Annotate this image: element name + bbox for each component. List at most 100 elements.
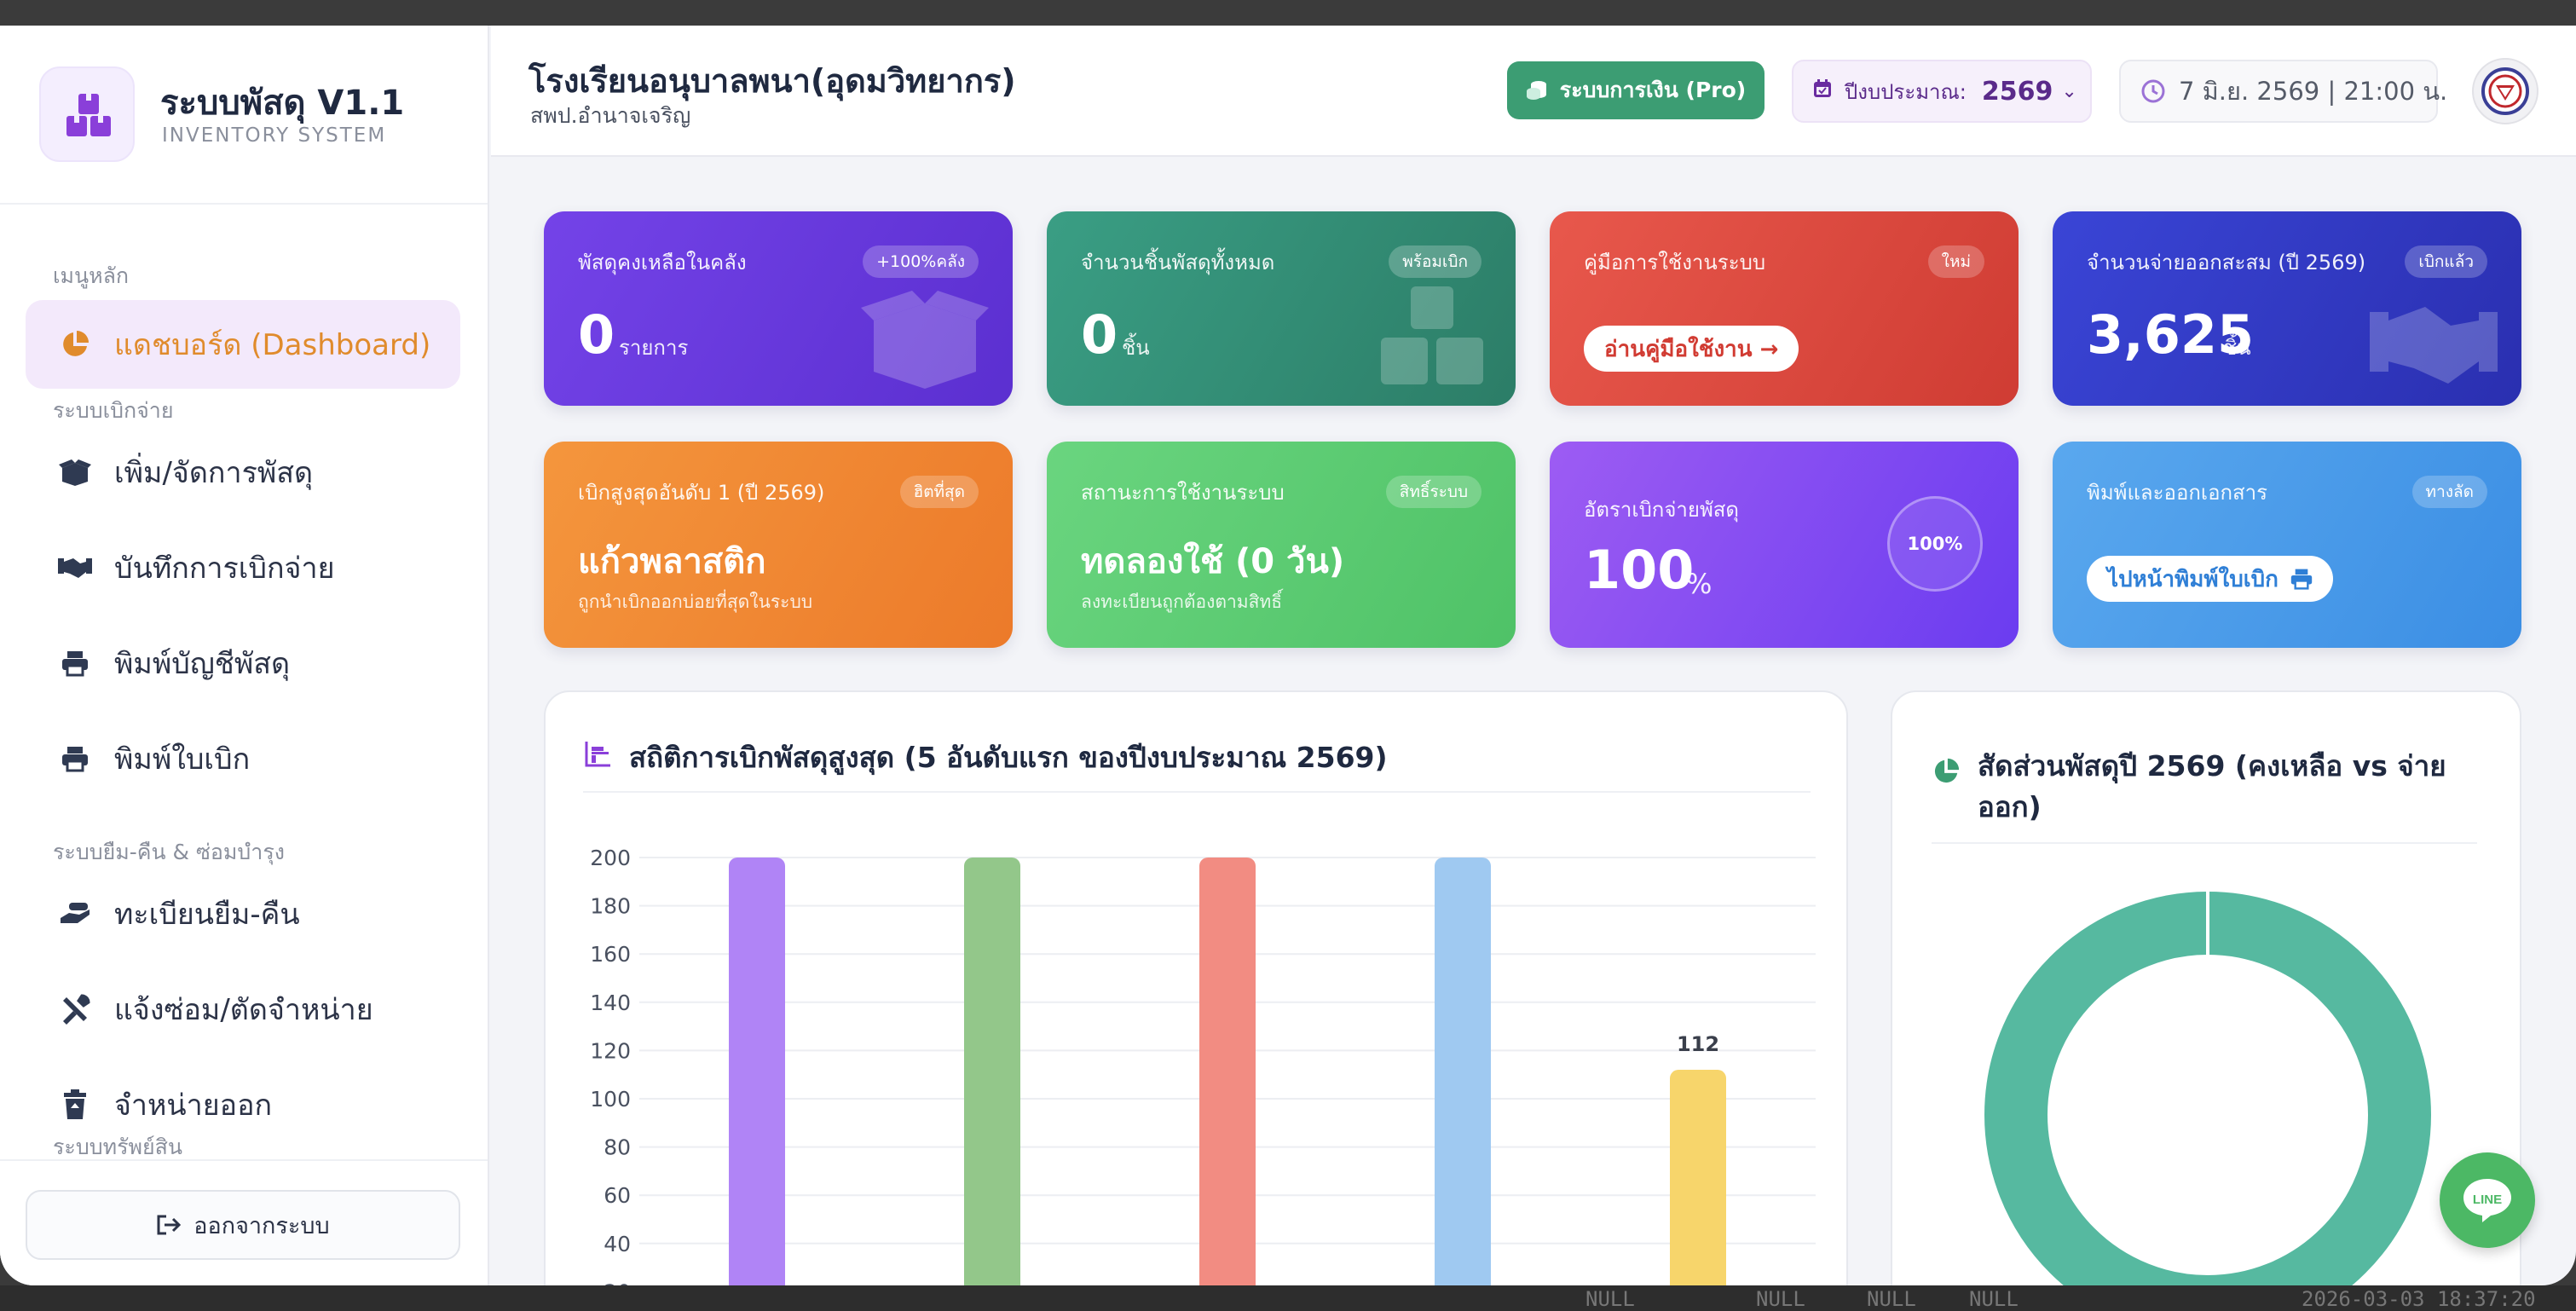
card-badge: สิทธิ์ระบบ — [1385, 476, 1481, 508]
handshake-icon — [2370, 307, 2498, 384]
sidebar: ระบบพัสดุ V1.1 INVENTORY SYSTEM เมนูหลัก… — [0, 26, 489, 1285]
printer-icon — [58, 742, 92, 776]
y-tick-label: 200 — [590, 846, 631, 870]
taskbar-text: NULL — [1756, 1287, 1805, 1311]
y-tick-label: 160 — [590, 942, 631, 967]
datetime-display: 7 มิ.ย. 2569 | 21:00 น. — [2119, 60, 2447, 123]
nav-section-disbursement: ระบบเบิกจ่าย — [53, 398, 174, 423]
y-tick-label: 100 — [590, 1087, 631, 1112]
card-system-status[interactable]: สถานะการใช้งานระบบ สิทธิ์ระบบ ทดลองใช้ (… — [1047, 442, 1516, 648]
card-label: พิมพ์และออกเอกสาร — [2087, 481, 2268, 505]
card-label: พัสดุคงเหลือในคลัง — [578, 251, 747, 274]
clock-icon — [2141, 79, 2165, 103]
card-label: เบิกสูงสุดอันดับ 1 (ปี 2569) — [578, 481, 825, 505]
card-label: จำนวนจ่ายออกสะสม (ปี 2569) — [2087, 251, 2366, 274]
bar — [729, 858, 785, 1285]
card-unit: % — [1686, 568, 1713, 600]
donut-slice — [1984, 892, 2431, 1285]
line-chat-button[interactable]: LINE — [2440, 1152, 2535, 1248]
sidebar-divider — [0, 1159, 488, 1161]
nav-section-main: เมนูหลัก — [53, 263, 130, 288]
card-small-text: ลงทะเบียนถูกต้องตามสิทธิ์ — [1081, 592, 1283, 612]
brand: ระบบพัสดุ V1.1 INVENTORY SYSTEM — [0, 26, 488, 205]
sidebar-item-label: แจ้งซ่อม/ตัดจำหน่าย — [114, 993, 373, 1027]
datetime-text: 7 มิ.ย. 2569 | 21:00 น. — [2179, 77, 2448, 106]
finance-system-button[interactable]: ระบบการเงิน (Pro) — [1507, 61, 1765, 119]
printer-icon — [2290, 568, 2313, 590]
card-total-disbursed[interactable]: จำนวนจ่ายออกสะสม (ปี 2569) เบิกแล้ว 3,62… — [2053, 211, 2521, 406]
handshake-icon — [58, 551, 92, 585]
boxes-icon — [66, 94, 111, 136]
trash-icon — [58, 1088, 92, 1122]
read-manual-button[interactable]: อ่านคู่มือใช้งาน → — [1584, 326, 1799, 372]
y-tick-label: 40 — [604, 1232, 631, 1256]
line-label: LINE — [2473, 1193, 2502, 1207]
y-tick-label: 120 — [590, 1038, 631, 1063]
chart-pie-icon — [58, 327, 92, 361]
printer-icon — [58, 646, 92, 680]
bar — [964, 858, 1020, 1285]
progress-ring: 100% — [1887, 496, 1983, 592]
sidebar-item-print-inventory[interactable]: พิมพ์บัญชีพัสดุ — [26, 619, 460, 707]
screen-top-bar — [0, 0, 2576, 26]
fiscal-year-select[interactable]: ปีงบประมาณ: 2569 ⌄ — [1792, 60, 2092, 123]
card-print-documents[interactable]: พิมพ์และออกเอกสาร ทางลัด ไปหน้าพิมพ์ใบเบ… — [2053, 442, 2521, 648]
calendar-icon — [1812, 78, 1833, 104]
box-open-icon — [58, 455, 92, 489]
hand-holding-icon — [58, 897, 92, 931]
taskbar-text: NULL — [1585, 1287, 1635, 1311]
sidebar-item-record-disbursement[interactable]: บันทึกการเบิกจ่าย — [26, 523, 460, 612]
card-remaining-items[interactable]: พัสดุคงเหลือในคลัง +100%คลัง 0 รายการ — [544, 211, 1013, 406]
card-badge: +100%คลัง — [863, 245, 979, 278]
sidebar-item-print-requisition[interactable]: พิมพ์ใบเบิก — [26, 714, 460, 803]
sidebar-item-manage-supplies[interactable]: เพิ่ม/จัดการพัสดุ — [26, 428, 460, 517]
y-tick-label: 80 — [604, 1135, 631, 1160]
button-label: ไปหน้าพิมพ์ใบเบิก — [2107, 566, 2279, 592]
sidebar-item-dashboard[interactable]: แดชบอร์ด (Dashboard) — [26, 300, 460, 389]
app-window: ระบบพัสดุ V1.1 INVENTORY SYSTEM เมนูหลัก… — [0, 26, 2576, 1285]
school-district: สพป.อำนาจเจริญ — [530, 103, 691, 128]
card-label: สถานะการใช้งานระบบ — [1081, 481, 1285, 505]
bar-chart-panel: สถิติการเบิกพัสดุสูงสุด (5 อันดับแรก ของ… — [544, 690, 1848, 1285]
sidebar-item-label: เพิ่ม/จัดการพัสดุ — [114, 456, 314, 490]
card-unit: ชิ้น — [1122, 336, 1150, 360]
card-unit: รายการ — [619, 336, 689, 360]
nav-section-borrow: ระบบยืม-คืน & ซ่อมบำรุง — [53, 840, 285, 864]
card-badge: ฮิตที่สุด — [899, 476, 979, 508]
sidebar-item-label: จำหน่ายออก — [114, 1089, 273, 1123]
card-value: 0 — [578, 303, 615, 366]
card-big-text: ทดลองใช้ (0 วัน) — [1081, 542, 1345, 581]
taskbar-text: NULL — [1867, 1287, 1916, 1311]
logout-button[interactable]: ออกจากระบบ — [26, 1190, 460, 1260]
card-disbursement-rate[interactable]: อัตราเบิกจ่ายพัสดุ 100 % 100% — [1550, 442, 2019, 648]
card-label: จำนวนชิ้นพัสดุทั้งหมด — [1081, 251, 1275, 274]
card-user-manual[interactable]: คู่มือการใช้งานระบบ ใหม่ อ่านคู่มือใช้งา… — [1550, 211, 2019, 406]
card-small-text: ถูกนำเบิกออกบ่อยที่สุดในระบบ — [578, 592, 813, 612]
os-taskbar: NULL NULL NULL NULL 2026-03-03 18:37:20 — [0, 1285, 2576, 1311]
sign-out-icon — [156, 1214, 182, 1236]
sidebar-item-repair[interactable]: แจ้งซ่อม/ตัดจำหน่าย — [26, 965, 460, 1054]
y-tick-label: 140 — [590, 990, 631, 1015]
taskbar-clock: 2026-03-03 18:37:20 — [2302, 1287, 2536, 1311]
sidebar-item-label: พิมพ์บัญชีพัสดุ — [114, 647, 291, 681]
bar — [1435, 858, 1491, 1285]
brand-logo[interactable] — [39, 66, 135, 162]
brand-title: ระบบพัสดุ V1.1 — [160, 84, 405, 123]
card-badge: พร้อมเบิก — [1389, 245, 1481, 278]
bar — [1199, 858, 1256, 1285]
sidebar-item-borrow-register[interactable]: ทะเบียนยืม-คืน — [26, 869, 460, 958]
go-print-requisition-button[interactable]: ไปหน้าพิมพ์ใบเบิก — [2087, 556, 2333, 602]
sidebar-item-label: บันทึกการเบิกจ่าย — [114, 552, 335, 586]
y-tick-label: 180 — [590, 894, 631, 919]
line-chat-icon: LINE — [2463, 1179, 2511, 1222]
finance-button-label: ระบบการเงิน (Pro) — [1559, 78, 1747, 102]
card-badge: เบิกแล้ว — [2405, 245, 2487, 278]
fiscal-year-value: 2569 — [1981, 76, 2053, 107]
school-logo-avatar[interactable] — [2472, 58, 2538, 124]
card-total-pieces[interactable]: จำนวนชิ้นพัสดุทั้งหมด พร้อมเบิก 0 ชิ้น — [1047, 211, 1516, 406]
card-label: คู่มือการใช้งานระบบ — [1584, 251, 1766, 274]
card-top-item[interactable]: เบิกสูงสุดอันดับ 1 (ปี 2569) ฮิตที่สุด แ… — [544, 442, 1013, 648]
sidebar-item-label: แดชบอร์ด (Dashboard) — [114, 328, 431, 362]
cubes-icon — [1381, 286, 1483, 384]
school-emblem-icon — [2481, 67, 2529, 115]
